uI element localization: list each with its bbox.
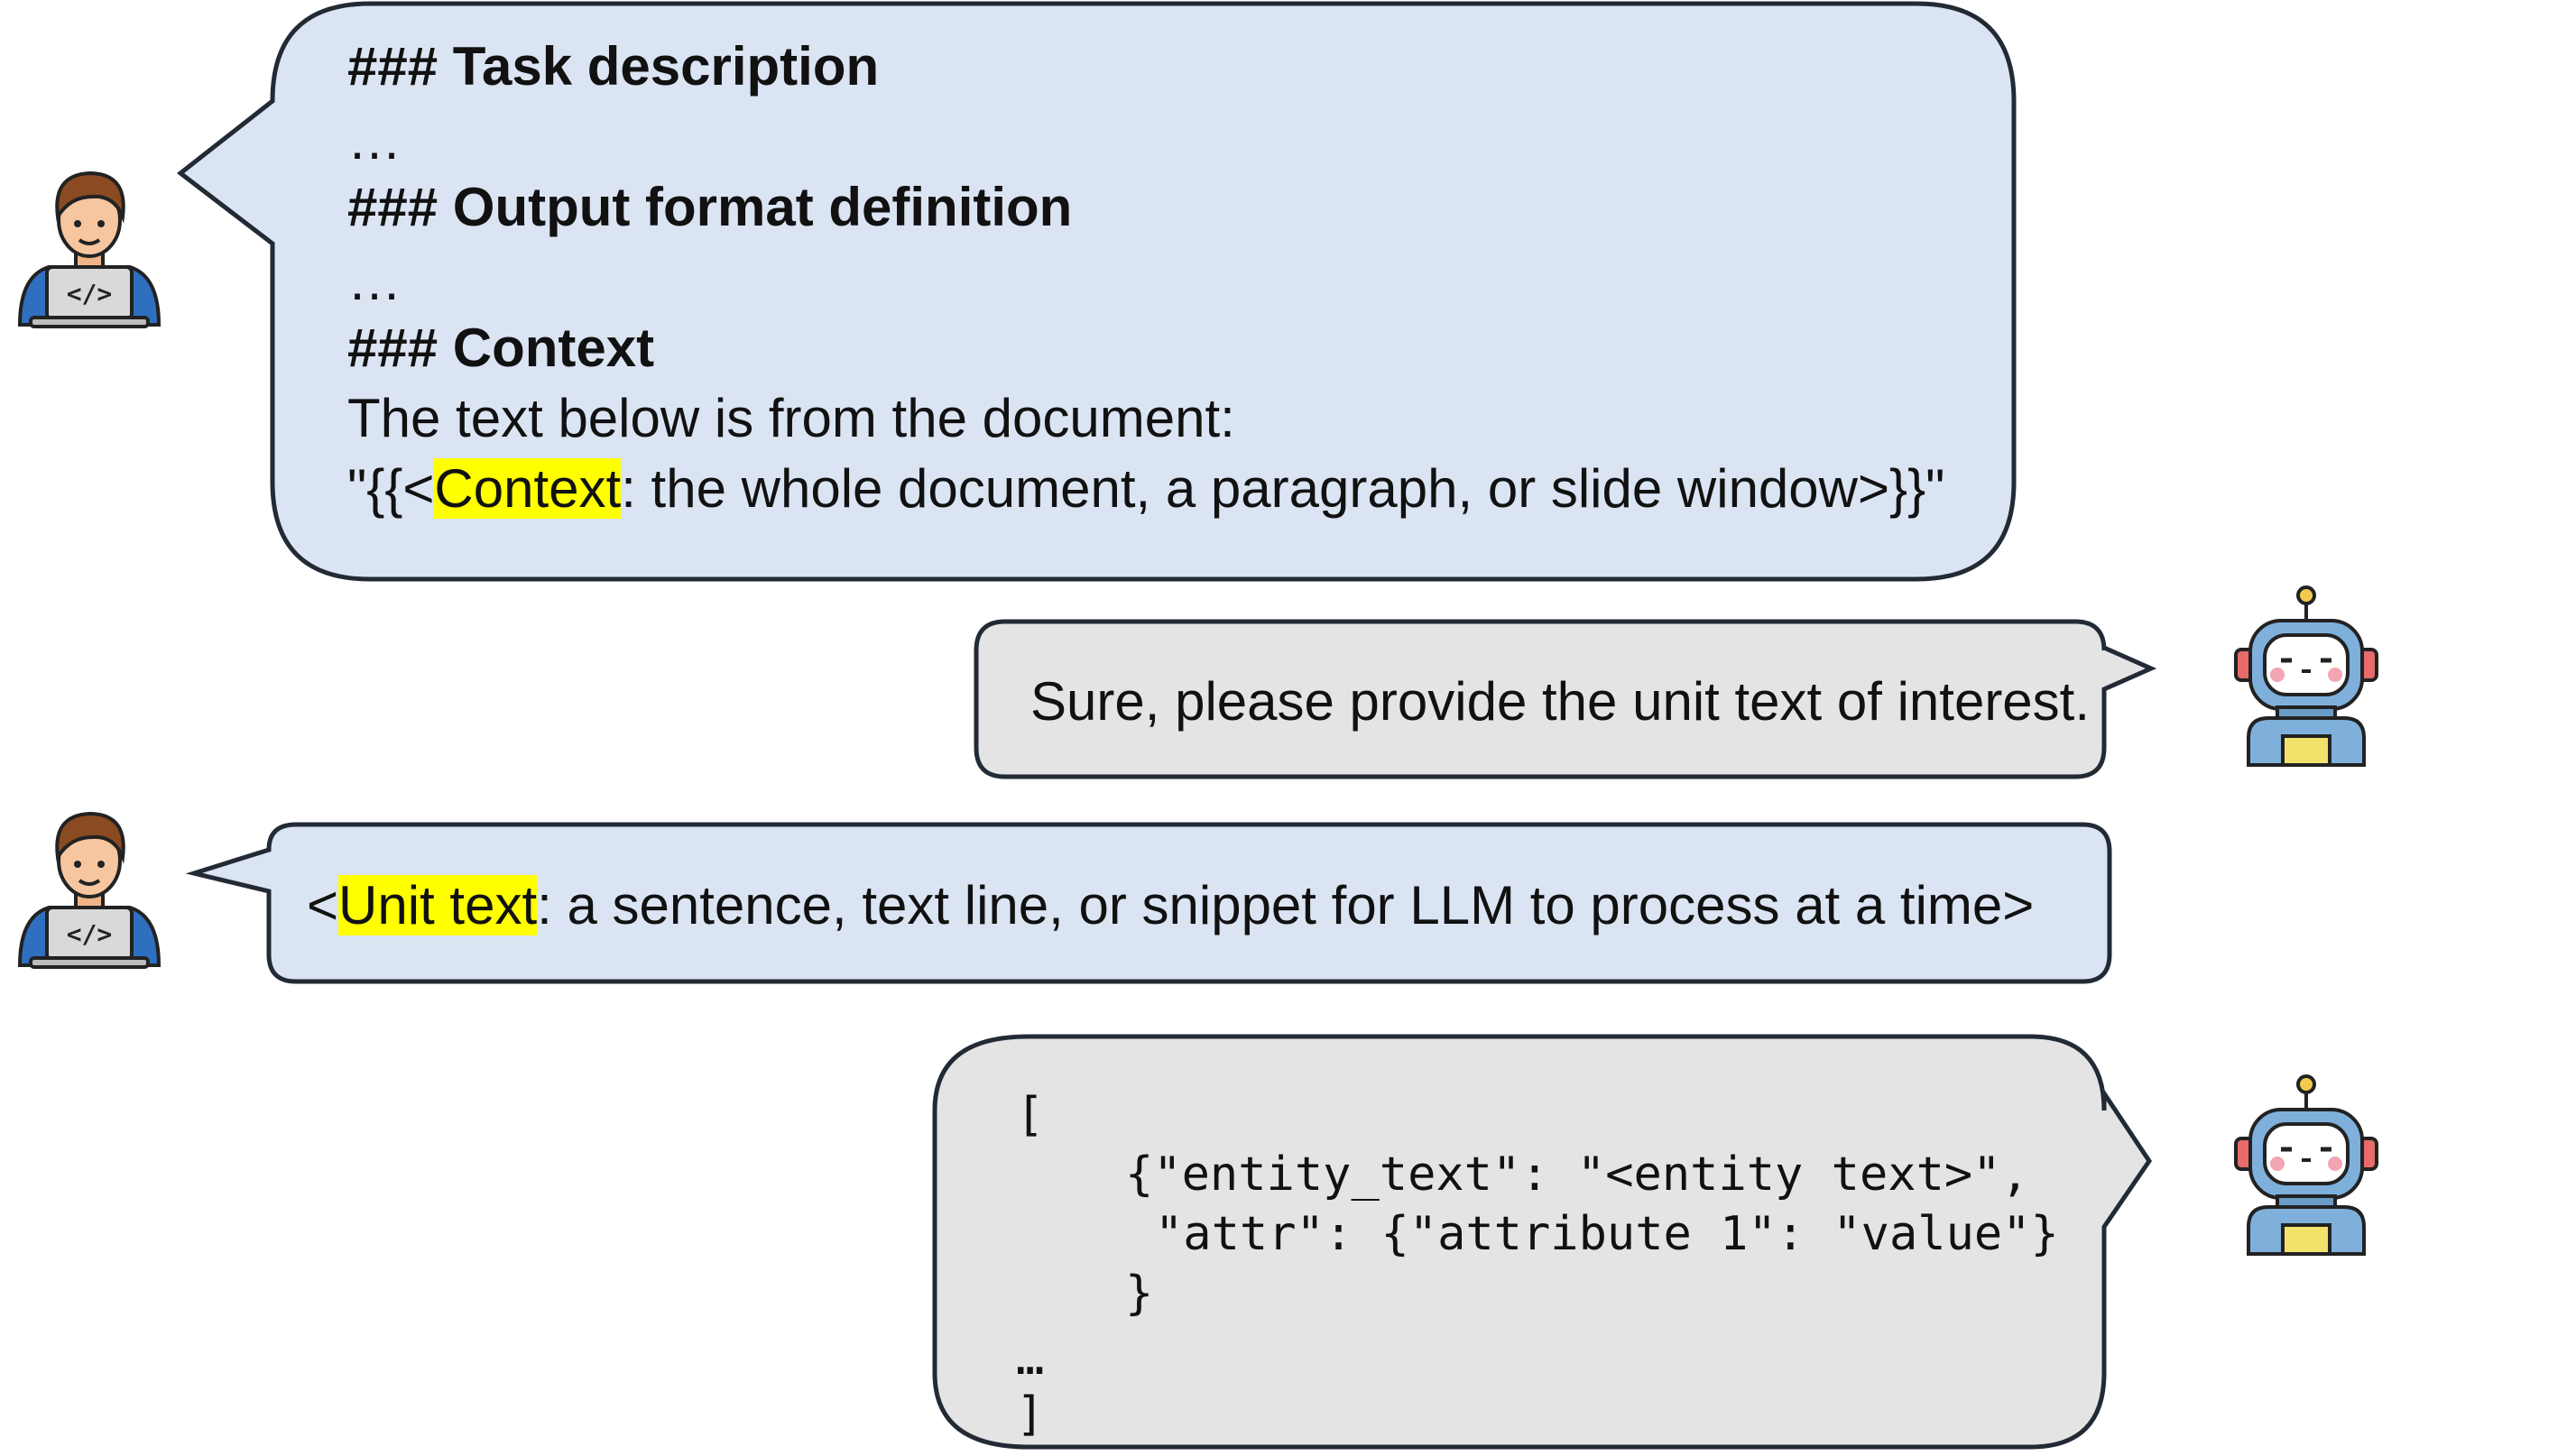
unit-text-prefix: < [307, 875, 339, 935]
context-suffix: : the whole document, a paragraph, or sl… [621, 458, 1945, 519]
task-description-heading: ### Task description [347, 36, 880, 97]
user-programmer-icon: </> [17, 170, 162, 328]
context-template-line: "{{<Context: the whole document, a parag… [347, 458, 1944, 519]
unit-text-highlight: Unit text [338, 875, 538, 935]
code-line: {"entity_text": "<entity text>", [1125, 1147, 2029, 1202]
context-heading: ### Context [347, 318, 655, 378]
user-programmer-icon: </> [17, 811, 162, 969]
svg-text:</>: </> [67, 279, 113, 309]
code-line: ] [1016, 1387, 1045, 1442]
bot-reply-text: Sure, please provide the unit text of in… [1030, 671, 2091, 732]
ellipsis: … [347, 251, 402, 311]
code-line: "attr": {"attribute 1": "value"} [1155, 1207, 2059, 1261]
unit-text-line: <Unit text: a sentence, text line, or sn… [307, 875, 2034, 935]
svg-text:</>: </> [67, 919, 113, 949]
robot-icon [2234, 585, 2378, 767]
unit-text-suffix: : a sentence, text line, or snippet for … [537, 875, 2035, 935]
context-prefix: "{{< [347, 458, 435, 519]
code-line: … [1016, 1332, 1045, 1386]
code-line: } [1125, 1267, 1154, 1321]
code-line: [ [1016, 1088, 1045, 1142]
output-format-heading: ### Output format definition [347, 177, 1073, 237]
context-intro-text: The text below is from the document: [347, 388, 1235, 448]
ellipsis: … [347, 110, 402, 170]
robot-icon [2234, 1074, 2378, 1256]
context-highlight: Context [434, 458, 622, 519]
